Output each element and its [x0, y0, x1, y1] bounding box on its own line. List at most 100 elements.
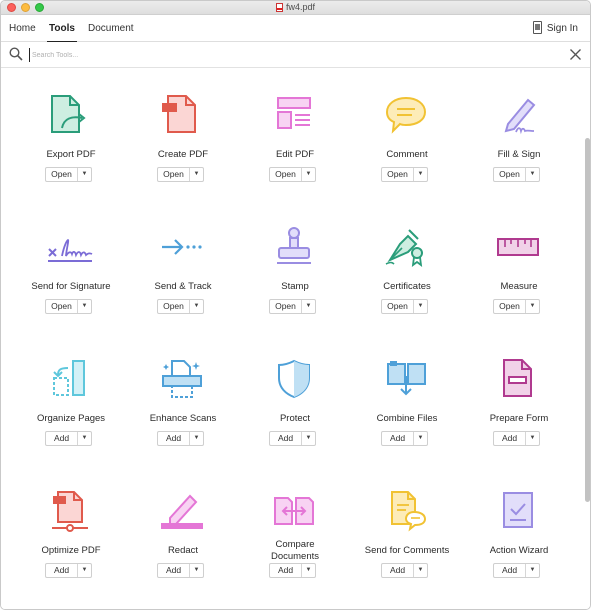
- add-tool-button[interactable]: Add ▼: [269, 563, 316, 578]
- tool-label: Protect: [279, 413, 311, 424]
- chevron-down-icon[interactable]: ▼: [526, 564, 539, 577]
- tool-fill-sign[interactable]: Fill & Sign Open ▼: [463, 68, 575, 200]
- compare-documents-icon: [274, 497, 314, 525]
- tool-prepare-form[interactable]: Prepare Form Add ▼: [463, 332, 575, 464]
- chevron-down-icon[interactable]: ▼: [78, 564, 91, 577]
- chevron-down-icon[interactable]: ▼: [190, 168, 203, 181]
- open-tool-button[interactable]: Open ▼: [157, 167, 204, 182]
- create-pdf-icon: [162, 95, 196, 133]
- chevron-down-icon[interactable]: ▼: [526, 300, 539, 313]
- pdf-file-icon: [275, 2, 283, 12]
- chevron-down-icon[interactable]: ▼: [302, 432, 315, 445]
- open-tool-button[interactable]: Open ▼: [45, 299, 92, 314]
- send-track-icon: [162, 239, 202, 255]
- add-tool-button[interactable]: Add ▼: [157, 563, 204, 578]
- optimize-pdf-icon: [52, 491, 88, 532]
- tool-label: Action Wizard: [489, 545, 549, 556]
- measure-icon: [497, 238, 539, 256]
- chevron-down-icon[interactable]: ▼: [414, 300, 427, 313]
- tool-combine-files[interactable]: Combine Files Add ▼: [351, 332, 463, 464]
- window-title-text: fw4.pdf: [285, 2, 316, 12]
- search-bar: [1, 42, 590, 68]
- tool-comment[interactable]: Comment Open ▼: [351, 68, 463, 200]
- chevron-down-icon[interactable]: ▼: [78, 168, 91, 181]
- tool-action-wizard[interactable]: Action Wizard Add ▼: [463, 464, 575, 596]
- add-tool-button[interactable]: Add ▼: [381, 431, 428, 446]
- tools-center: Export PDF Open ▼ Create PDF Open ▼ Edit…: [1, 68, 590, 609]
- tool-compare-documents[interactable]: Compare Documents Add ▼: [239, 464, 351, 596]
- tool-label-line: Compare: [275, 539, 315, 550]
- button-label: Open: [46, 300, 78, 313]
- search-tools-input[interactable]: [29, 48, 549, 62]
- chevron-down-icon[interactable]: ▼: [190, 432, 203, 445]
- tool-export-pdf[interactable]: Export PDF Open ▼: [15, 68, 127, 200]
- tab-home[interactable]: Home: [9, 23, 36, 34]
- open-tool-button[interactable]: Open ▼: [157, 299, 204, 314]
- tool-optimize-pdf[interactable]: Optimize PDF Add ▼: [15, 464, 127, 596]
- chevron-down-icon[interactable]: ▼: [526, 432, 539, 445]
- tool-send-for-comments[interactable]: Send for Comments Add ▼: [351, 464, 463, 596]
- chevron-down-icon[interactable]: ▼: [302, 300, 315, 313]
- tab-tools[interactable]: Tools: [47, 23, 77, 43]
- chevron-down-icon[interactable]: ▼: [414, 564, 427, 577]
- chevron-down-icon[interactable]: ▼: [414, 432, 427, 445]
- tab-document[interactable]: Document: [88, 23, 134, 34]
- chevron-down-icon[interactable]: ▼: [302, 564, 315, 577]
- tool-stamp[interactable]: Stamp Open ▼: [239, 200, 351, 332]
- chevron-down-icon[interactable]: ▼: [414, 168, 427, 181]
- tool-label: Edit PDF: [275, 149, 314, 160]
- tool-send-for-signature[interactable]: Send for Signature Open ▼: [15, 200, 127, 332]
- open-tool-button[interactable]: Open ▼: [45, 167, 92, 182]
- tool-redact[interactable]: Redact Add ▼: [127, 464, 239, 596]
- tool-organize-pages[interactable]: Organize Pages Add ▼: [15, 332, 127, 464]
- vertical-scrollbar[interactable]: [585, 138, 590, 502]
- add-tool-button[interactable]: Add ▼: [45, 563, 92, 578]
- tool-label: Create PDF: [157, 149, 209, 160]
- chevron-down-icon[interactable]: ▼: [78, 300, 91, 313]
- chevron-down-icon[interactable]: ▼: [302, 168, 315, 181]
- tool-create-pdf[interactable]: Create PDF Open ▼: [127, 68, 239, 200]
- tool-label-line: Documents: [270, 551, 320, 562]
- tool-label: Compare Documents: [239, 539, 351, 563]
- sign-in-button[interactable]: Sign In: [547, 23, 578, 34]
- button-label: Open: [158, 300, 190, 313]
- add-tool-button[interactable]: Add ▼: [45, 431, 92, 446]
- tool-protect[interactable]: Protect Add ▼: [239, 332, 351, 464]
- close-search-icon[interactable]: [569, 48, 582, 61]
- tool-send-track[interactable]: Send & Track Open ▼: [127, 200, 239, 332]
- add-tool-button[interactable]: Add ▼: [157, 431, 204, 446]
- chevron-down-icon[interactable]: ▼: [78, 432, 91, 445]
- open-tool-button[interactable]: Open ▼: [493, 299, 540, 314]
- action-wizard-icon: [503, 492, 533, 528]
- tool-edit-pdf[interactable]: Edit PDF Open ▼: [239, 68, 351, 200]
- tool-measure[interactable]: Measure Open ▼: [463, 200, 575, 332]
- open-tool-button[interactable]: Open ▼: [381, 299, 428, 314]
- tool-label: Optimize PDF: [41, 545, 101, 556]
- chevron-down-icon[interactable]: ▼: [190, 564, 203, 577]
- tab-bar: Home Tools Document Sign In: [1, 15, 590, 43]
- add-tool-button[interactable]: Add ▼: [493, 431, 540, 446]
- send-for-comments-icon: [391, 491, 427, 532]
- export-pdf-icon: [51, 95, 86, 133]
- tool-label: Measure: [500, 281, 538, 292]
- add-tool-button[interactable]: Add ▼: [493, 563, 540, 578]
- add-tool-button[interactable]: Add ▼: [269, 431, 316, 446]
- button-label: Add: [382, 564, 414, 577]
- open-tool-button[interactable]: Open ▼: [269, 299, 316, 314]
- tool-label: Export PDF: [46, 149, 96, 160]
- tool-label: Send for Comments: [364, 545, 450, 556]
- tool-enhance-scans[interactable]: Enhance Scans Add ▼: [127, 332, 239, 464]
- button-label: Open: [494, 168, 526, 181]
- open-tool-button[interactable]: Open ▼: [381, 167, 428, 182]
- open-tool-button[interactable]: Open ▼: [493, 167, 540, 182]
- comment-icon: [385, 96, 427, 134]
- button-label: Add: [158, 564, 190, 577]
- chevron-down-icon[interactable]: ▼: [190, 300, 203, 313]
- mobile-link-icon[interactable]: [533, 21, 542, 34]
- open-tool-button[interactable]: Open ▼: [269, 167, 316, 182]
- button-label: Open: [270, 300, 302, 313]
- button-label: Open: [270, 168, 302, 181]
- add-tool-button[interactable]: Add ▼: [381, 563, 428, 578]
- chevron-down-icon[interactable]: ▼: [526, 168, 539, 181]
- tool-certificates[interactable]: Certificates Open ▼: [351, 200, 463, 332]
